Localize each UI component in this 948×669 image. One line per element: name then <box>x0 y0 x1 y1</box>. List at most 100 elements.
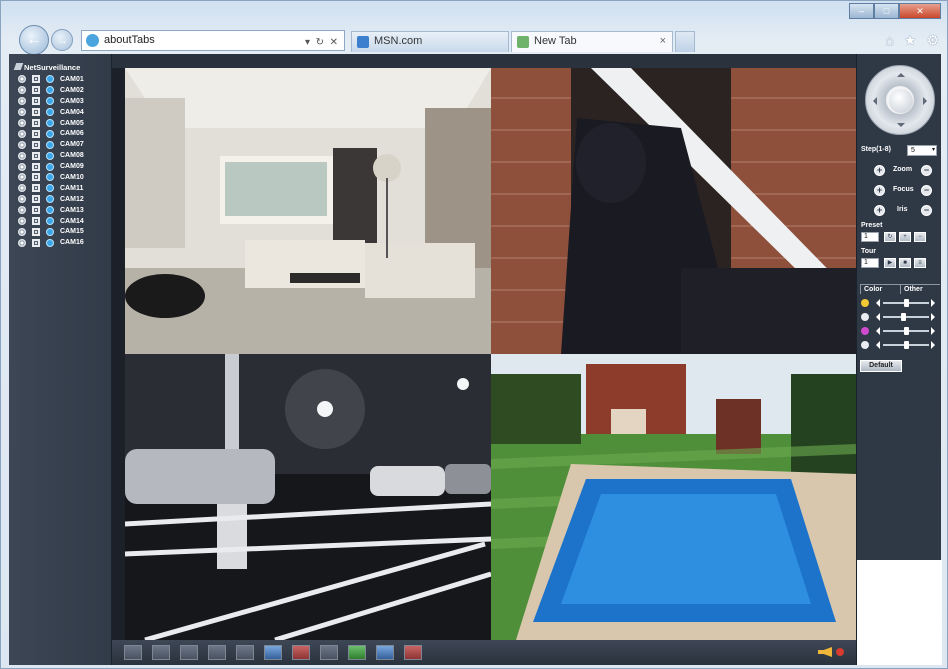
camera-item[interactable]: CAM16 <box>9 237 111 248</box>
camera-item[interactable]: CAM05 <box>9 118 111 129</box>
ptz-left-icon[interactable] <box>869 97 877 105</box>
fullscreen-button[interactable] <box>124 645 142 660</box>
camera-item[interactable]: CAM06 <box>9 128 111 139</box>
ptz-direction-pad[interactable] <box>865 65 935 135</box>
increase-arrow-icon[interactable] <box>931 327 939 335</box>
ptz-down-icon[interactable] <box>897 123 905 131</box>
decrease-arrow-icon[interactable] <box>872 299 880 307</box>
camera-item[interactable]: CAM11 <box>9 183 111 194</box>
volume-icon[interactable] <box>818 647 832 657</box>
hue-slider[interactable] <box>861 340 939 350</box>
playback-button[interactable] <box>264 645 282 660</box>
default-button[interactable]: Default <box>860 360 902 372</box>
record-icon <box>32 162 40 171</box>
video-channel-4[interactable] <box>491 354 856 640</box>
camera-icon <box>46 195 54 204</box>
record-icon <box>32 108 40 117</box>
video-channel-1[interactable] <box>125 68 491 354</box>
address-dropdown-icon[interactable]: ▾ <box>305 33 310 52</box>
increase-arrow-icon[interactable] <box>931 299 939 307</box>
window-intruder-video-frame <box>491 68 856 354</box>
ptz-center-button[interactable] <box>889 89 913 113</box>
tab-color[interactable]: Color <box>860 284 900 294</box>
camera-item[interactable]: CAM01 <box>9 74 111 85</box>
slider-knob[interactable] <box>904 327 909 335</box>
camera-item[interactable]: CAM14 <box>9 216 111 227</box>
tour-play-icon[interactable]: ▶ <box>884 258 896 268</box>
zoom-out-button[interactable]: − <box>921 165 932 176</box>
focus-near-button[interactable]: + <box>874 185 885 196</box>
camera-item[interactable]: CAM07 <box>9 139 111 150</box>
video-channel-3[interactable] <box>125 354 491 640</box>
increase-arrow-icon[interactable] <box>931 313 939 321</box>
close-window-button[interactable]: ✕ <box>899 3 941 19</box>
forward-button[interactable]: → <box>51 29 73 51</box>
preset-label: Preset <box>861 222 883 229</box>
ptz-up-icon[interactable] <box>897 69 905 77</box>
camera-item[interactable]: CAM08 <box>9 150 111 161</box>
camera-item[interactable]: CAM13 <box>9 205 111 216</box>
stop-icon[interactable]: ✕ <box>330 33 338 52</box>
tab-new-tab[interactable]: New Tab × <box>511 31 673 52</box>
preset-goto-icon[interactable]: ↻ <box>884 232 896 242</box>
address-bar[interactable]: aboutTabs ▾ ↻ ✕ <box>81 30 345 51</box>
minimize-button[interactable]: – <box>849 3 874 19</box>
tab-other[interactable]: Other <box>900 284 940 294</box>
camera-item[interactable]: CAM15 <box>9 226 111 237</box>
decrease-arrow-icon[interactable] <box>872 327 880 335</box>
camera-item[interactable]: CAM10 <box>9 172 111 183</box>
camera-item[interactable]: CAM04 <box>9 107 111 118</box>
back-button[interactable]: ← <box>19 25 49 55</box>
tour-settings-icon[interactable]: ≡ <box>914 258 926 268</box>
config-button[interactable] <box>348 645 366 660</box>
brightness-slider[interactable] <box>861 298 939 308</box>
tour-input[interactable]: 1 <box>861 258 879 268</box>
tab-close-icon[interactable]: × <box>660 32 666 51</box>
step-select[interactable]: 5 ▾ <box>907 145 937 156</box>
contrast-slider[interactable] <box>861 312 939 322</box>
record-button[interactable] <box>292 645 310 660</box>
camera-item[interactable]: CAM12 <box>9 194 111 205</box>
preset-delete-icon[interactable]: − <box>914 232 926 242</box>
camera-item[interactable]: CAM03 <box>9 96 111 107</box>
iris-close-button[interactable]: − <box>921 205 932 216</box>
tab-msn[interactable]: MSN.com <box>351 31 509 52</box>
tree-title[interactable]: NetSurveillance <box>9 62 111 74</box>
saturation-slider[interactable] <box>861 326 939 336</box>
slider-knob[interactable] <box>901 313 906 321</box>
home-icon[interactable]: ⌂ <box>885 32 893 49</box>
sixteen-view-button[interactable] <box>236 645 254 660</box>
iris-open-button[interactable]: + <box>874 205 885 216</box>
logout-button[interactable] <box>404 645 422 660</box>
slider-track[interactable] <box>883 316 929 318</box>
step-value: 5 <box>911 147 915 154</box>
focus-far-button[interactable]: − <box>921 185 932 196</box>
refresh-icon[interactable]: ↻ <box>316 33 324 52</box>
preset-input[interactable]: 1 <box>861 232 879 242</box>
slider-knob[interactable] <box>904 341 909 349</box>
tools-gear-icon[interactable]: ⚙ <box>926 32 939 49</box>
camera-item[interactable]: CAM02 <box>9 85 111 96</box>
nine-view-button[interactable] <box>208 645 226 660</box>
snapshot-button[interactable] <box>320 645 338 660</box>
tab-label: New Tab <box>534 35 577 47</box>
zoom-in-button[interactable]: + <box>874 165 885 176</box>
maximize-button[interactable]: □ <box>874 3 899 19</box>
camera-item[interactable]: CAM09 <box>9 161 111 172</box>
new-tab-favicon-icon <box>517 36 529 48</box>
preset-add-icon[interactable]: + <box>899 232 911 242</box>
new-tab-button[interactable] <box>675 31 695 52</box>
camera-label: CAM09 <box>60 163 84 171</box>
decrease-arrow-icon[interactable] <box>872 313 880 321</box>
tour-stop-icon[interactable]: ■ <box>899 258 911 268</box>
quad-view-button[interactable] <box>180 645 198 660</box>
decrease-arrow-icon[interactable] <box>872 341 880 349</box>
increase-arrow-icon[interactable] <box>931 341 939 349</box>
single-view-button[interactable] <box>152 645 170 660</box>
status-dot-icon <box>18 184 26 193</box>
ptz-right-icon[interactable] <box>923 97 931 105</box>
favorites-star-icon[interactable]: ★ <box>904 32 917 49</box>
video-channel-2[interactable] <box>491 68 856 354</box>
log-button[interactable] <box>376 645 394 660</box>
slider-knob[interactable] <box>904 299 909 307</box>
